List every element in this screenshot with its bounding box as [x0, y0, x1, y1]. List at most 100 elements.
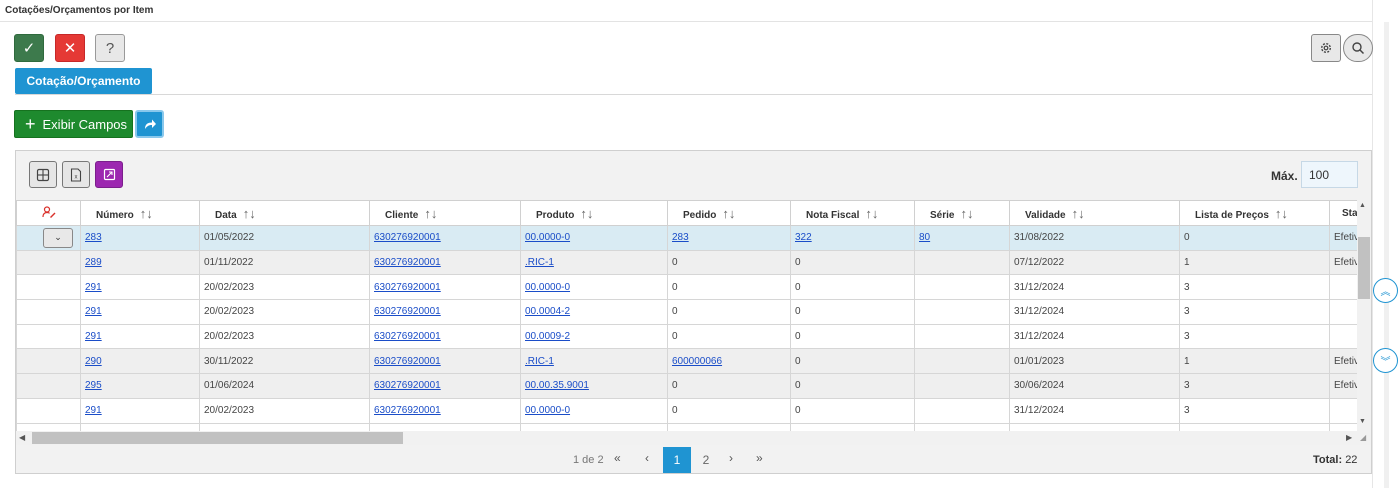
column-header-validade[interactable]: Validade ↑↓	[1009, 200, 1180, 226]
scroll-right-arrow-icon[interactable]: ▶	[1346, 433, 1352, 442]
settings-button[interactable]	[1311, 34, 1341, 62]
table-row[interactable]: 291 20/02/2023 630276920001 00.0000-0 0 0 31/1…	[16, 274, 1357, 301]
sort-icon[interactable]: ↑↓	[140, 206, 153, 221]
table-horizontal-scrollbar[interactable]: ◀ ▶ ◢	[16, 431, 1371, 445]
row-expand-button[interactable]: ⌄	[43, 227, 73, 248]
tab-cotacao-orcamento[interactable]: Cotação/Orçamento	[15, 68, 152, 94]
cell-link[interactable]: 291	[85, 282, 102, 293]
column-header-serie[interactable]: Série ↑↓	[914, 200, 1010, 226]
scroll-left-arrow-icon[interactable]: ◀	[19, 433, 25, 442]
cancel-button[interactable]: ✕	[55, 34, 85, 62]
prev-page-button[interactable]: ‹	[645, 451, 649, 465]
columns-button[interactable]	[29, 161, 57, 188]
tab-divider	[15, 94, 1372, 95]
cell-link[interactable]: 80	[919, 232, 930, 243]
help-button[interactable]: ?	[95, 34, 125, 62]
table-row[interactable]	[16, 422, 1357, 431]
table-row[interactable]: 291 20/02/2023 630276920001 00.0004-2 0 0 31/1…	[16, 299, 1357, 325]
cell-link[interactable]: 630276920001	[374, 232, 441, 243]
cell-link[interactable]: 295	[85, 380, 102, 391]
cell-link[interactable]: 283	[672, 232, 689, 243]
sort-icon[interactable]: ↑↓	[424, 206, 437, 221]
first-page-button[interactable]: «	[614, 451, 621, 465]
table-row[interactable]: 291 20/02/2023 630276920001 00.0009-2 0 0 31/1…	[16, 323, 1357, 350]
table-row[interactable]: 290 30/11/2022 630276920001 .RIC-1 600000066…	[16, 348, 1357, 375]
cell-link[interactable]: .RIC-1	[525, 257, 554, 268]
resize-handle-icon[interactable]: ◢	[1360, 433, 1366, 442]
expand-view-button[interactable]	[95, 161, 123, 188]
cell-link[interactable]: 322	[795, 232, 812, 243]
column-label: Lista de Preços	[1195, 209, 1269, 221]
cell-link[interactable]: 00.0000-0	[525, 282, 570, 293]
column-header-produto[interactable]: Produto ↑↓	[520, 200, 668, 226]
cell-link[interactable]: .RIC-1	[525, 356, 554, 367]
cell-status	[1329, 323, 1357, 350]
scroll-bottom-button[interactable]: ︾	[1373, 348, 1398, 373]
column-header-cliente[interactable]: Cliente ↑↓	[369, 200, 521, 226]
column-header-pedido[interactable]: Pedido ↑↓	[667, 200, 791, 226]
column-header-numero[interactable]: Número ↑↓	[80, 200, 200, 226]
cell-link[interactable]: 00.0009-2	[525, 331, 570, 342]
edit-column-header[interactable]	[16, 200, 81, 226]
column-header-data[interactable]: Data ↑↓	[199, 200, 370, 226]
cell-numero: 291	[80, 323, 200, 350]
table-row[interactable]: ⌄ 283 01/05/2022 630276920001 00.0000-0 283 32…	[16, 225, 1357, 251]
table-row[interactable]: 291 20/02/2023 630276920001 00.0000-0 0 0 31/1…	[16, 397, 1357, 424]
last-page-button[interactable]: »	[756, 451, 763, 465]
scroll-up-arrow-icon[interactable]: ▲	[1359, 202, 1366, 209]
sort-icon[interactable]: ↑↓	[1072, 206, 1085, 221]
cell-link[interactable]: 00.0000-0	[525, 405, 570, 416]
share-button[interactable]	[135, 110, 164, 138]
sort-icon[interactable]: ↑↓	[1275, 206, 1288, 221]
next-page-button[interactable]: ›	[729, 451, 733, 465]
page-scrollbar-thumb[interactable]	[1384, 22, 1389, 488]
export-excel-button[interactable]: x	[62, 161, 90, 188]
column-header-lista-de-precos[interactable]: Lista de Preços ↑↓	[1179, 200, 1330, 226]
cell-link[interactable]: 291	[85, 306, 102, 317]
table-row[interactable]: 289 01/11/2022 630276920001 .RIC-1 0 0 07/12/2…	[16, 249, 1357, 276]
sort-icon[interactable]: ↑↓	[865, 206, 878, 221]
cell-link[interactable]: 289	[85, 257, 102, 268]
cell-numero: 291	[80, 397, 200, 424]
cell-link[interactable]: 291	[85, 331, 102, 342]
cell-link[interactable]: 283	[85, 232, 102, 243]
table-row[interactable]: 295 01/06/2024 630276920001 00.00.35.9001 0 0…	[16, 373, 1357, 399]
search-button[interactable]	[1343, 34, 1373, 62]
exibir-campos-button[interactable]: + Exibir Campos	[14, 110, 133, 138]
cell-link[interactable]: 630276920001	[374, 380, 441, 391]
cell-link[interactable]: 291	[85, 405, 102, 416]
scroll-top-button[interactable]: ︽	[1373, 278, 1398, 303]
cell-pedido: 0	[667, 397, 791, 424]
sort-icon[interactable]: ↑↓	[243, 206, 256, 221]
cell-data: 01/05/2022	[199, 225, 370, 251]
cell-produto: 00.0009-2	[520, 323, 668, 350]
cell-link[interactable]: 630276920001	[374, 257, 441, 268]
cell-link[interactable]: 630276920001	[374, 306, 441, 317]
cell-link[interactable]: 630276920001	[374, 331, 441, 342]
cell-link[interactable]: 00.00.35.9001	[525, 380, 589, 391]
cell-link[interactable]: 630276920001	[374, 356, 441, 367]
cell-link[interactable]: 630276920001	[374, 405, 441, 416]
sort-icon[interactable]: ↑↓	[722, 206, 735, 221]
confirm-button[interactable]: ✓	[14, 34, 44, 62]
page-2-button[interactable]: 2	[698, 447, 714, 473]
table-vertical-scroll-thumb[interactable]	[1358, 237, 1370, 299]
cell-link[interactable]: 00.0000-0	[525, 232, 570, 243]
total-count: Total: 22	[1313, 454, 1357, 466]
table-vertical-scrollbar[interactable]: ▲ ▼	[1357, 200, 1371, 431]
column-header-status[interactable]: Sta	[1329, 200, 1357, 226]
search-icon	[1352, 42, 1365, 55]
scroll-down-arrow-icon[interactable]: ▼	[1359, 418, 1366, 425]
sort-icon[interactable]: ↑↓	[960, 206, 973, 221]
page-1-button[interactable]: 1	[663, 447, 691, 473]
cell-link[interactable]: 600000066	[672, 356, 722, 367]
cell-link[interactable]: 290	[85, 356, 102, 367]
page-scrollbar[interactable]	[1372, 0, 1399, 488]
max-input[interactable]: 100	[1301, 161, 1358, 188]
sort-icon[interactable]: ↑↓	[580, 206, 593, 221]
cell-link[interactable]: 00.0004-2	[525, 306, 570, 317]
column-header-nota-fiscal[interactable]: Nota Fiscal ↑↓	[790, 200, 915, 226]
table-horizontal-scroll-thumb[interactable]	[32, 432, 403, 444]
cell-link[interactable]: 630276920001	[374, 282, 441, 293]
cell-cliente: 630276920001	[369, 348, 521, 375]
